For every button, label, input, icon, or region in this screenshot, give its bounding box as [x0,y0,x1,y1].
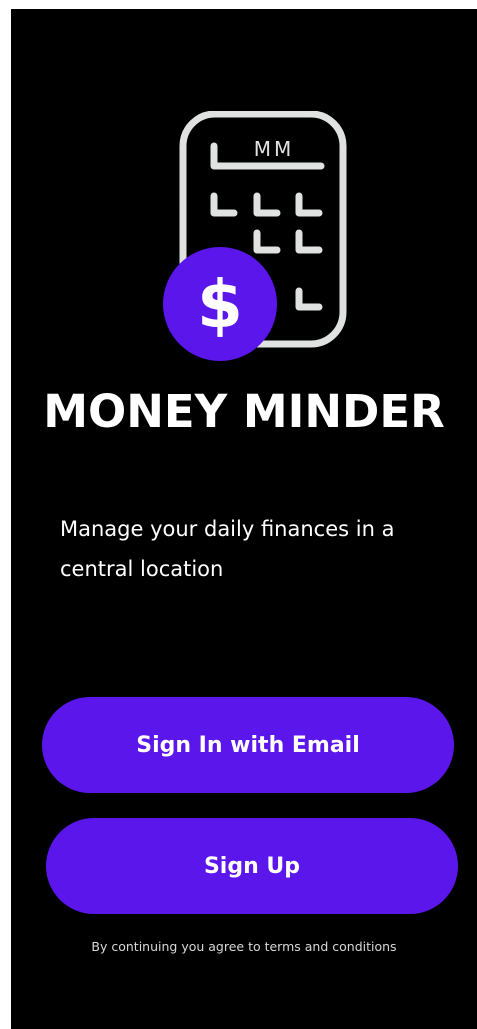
calculator-dollar-icon: MM $ [163,111,347,361]
calculator-display-text: MM [254,137,295,161]
sign-up-button[interactable]: Sign Up [46,818,458,914]
terms-notice: By continuing you agree to terms and con… [91,939,397,954]
app-title: MONEY MINDER [43,385,445,438]
dollar-icon: $ [197,266,243,343]
sign-up-button-label: Sign Up [203,853,301,879]
sign-in-with-email-button[interactable]: Sign In with Email [42,697,454,793]
app-tagline: Manage your daily finances in a central … [60,517,395,581]
sign-in-button-label: Sign In with Email [136,732,360,758]
welcome-screen: MM $ MONEY MINDER Manage your daily fina… [11,9,477,1029]
